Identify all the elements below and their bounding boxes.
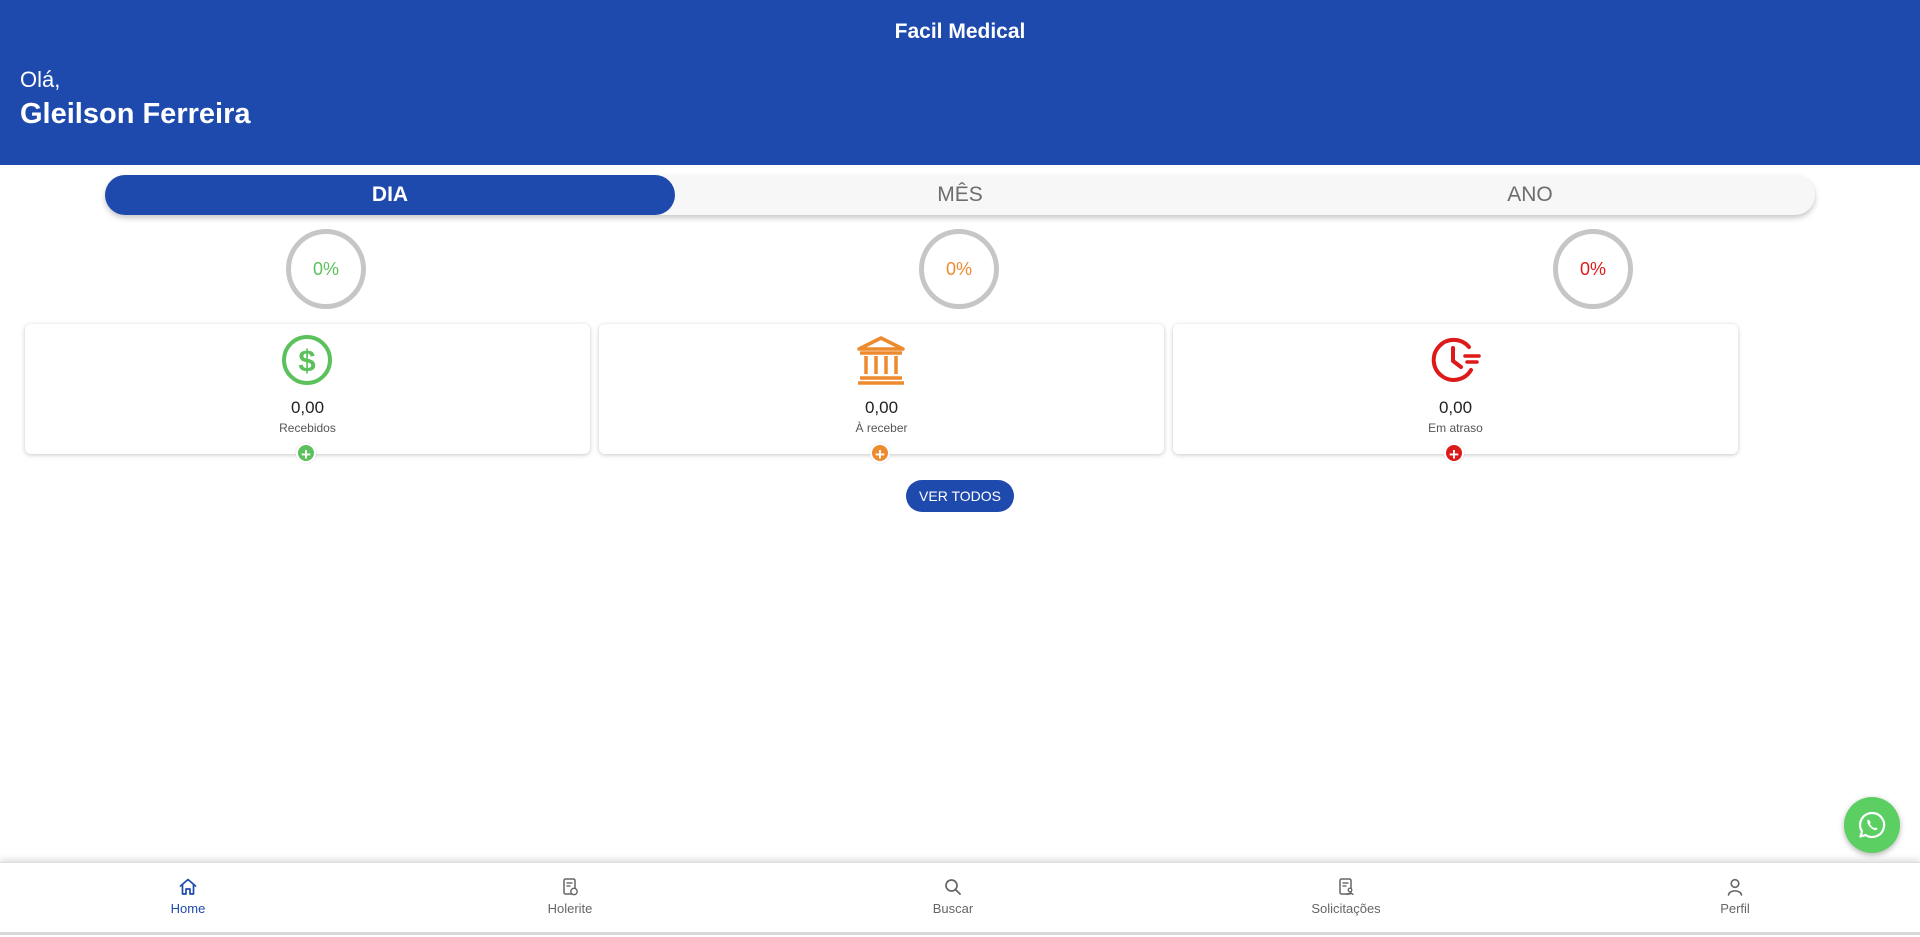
nav-label-holerite: Holerite xyxy=(547,901,593,916)
add-a-receber-button[interactable]: + xyxy=(870,443,890,464)
card-value-a-receber: 0,00 xyxy=(864,398,899,417)
card-label-recebidos: Recebidos xyxy=(279,421,336,435)
app-title: Facil Medical xyxy=(894,20,1026,43)
nav-label-perfil: Perfil xyxy=(1720,901,1750,916)
greeting: Olá, xyxy=(20,67,61,92)
bank-icon xyxy=(857,336,905,385)
payslip-icon xyxy=(563,878,578,896)
profile-icon xyxy=(1727,878,1743,896)
whatsapp-button[interactable] xyxy=(1844,797,1900,853)
header: Facil Medical Olá, Gleilson Ferreira xyxy=(0,0,1920,165)
card-value-em-atraso: 0,00 xyxy=(1438,398,1473,417)
bottom-divider xyxy=(0,932,1920,935)
percent-ring-em-atraso: 0% xyxy=(1553,229,1633,309)
bottom-nav: Home Holerite Buscar Solicitações Perfil xyxy=(0,862,1920,932)
add-recebidos-button[interactable]: + xyxy=(296,443,316,464)
nav-holerite[interactable]: Holerite xyxy=(500,877,640,916)
dollar-icon: $ xyxy=(282,335,332,385)
card-label-a-receber: À receber xyxy=(855,421,908,435)
search-icon xyxy=(945,879,961,895)
tab-dia[interactable]: DIA xyxy=(105,175,675,215)
user-name: Gleilson Ferreira xyxy=(20,98,251,130)
nav-label-home: Home xyxy=(170,901,206,916)
add-em-atraso-button[interactable]: + xyxy=(1444,443,1464,464)
percent-ring-a-receber: 0% xyxy=(919,229,999,309)
card-recebidos[interactable]: $ 0,00 Recebidos xyxy=(25,324,590,454)
nav-solicitacoes[interactable]: Solicitações xyxy=(1276,877,1416,916)
requests-icon xyxy=(1339,878,1354,896)
card-value-recebidos: 0,00 xyxy=(290,398,325,417)
overdue-clock-icon xyxy=(1431,337,1481,382)
nav-label-buscar: Buscar xyxy=(932,901,974,916)
nav-home[interactable]: Home xyxy=(118,877,258,916)
tab-ano[interactable]: ANO xyxy=(1245,175,1815,215)
card-label-em-atraso: Em atraso xyxy=(1428,421,1483,435)
card-em-atraso[interactable]: 0,00 Em atraso xyxy=(1173,324,1738,454)
period-tabs: DIA MÊS ANO xyxy=(105,175,1815,215)
nav-perfil[interactable]: Perfil xyxy=(1665,877,1805,916)
app-root: Facil Medical Olá, Gleilson Ferreira DIA… xyxy=(0,0,1920,937)
nav-label-solicitacoes: Solicitações xyxy=(1311,901,1381,916)
nav-buscar[interactable]: Buscar xyxy=(883,877,1023,916)
card-a-receber[interactable]: 0,00 À receber xyxy=(599,324,1164,454)
percent-ring-recebidos: 0% xyxy=(286,229,366,309)
whatsapp-icon xyxy=(1859,811,1886,839)
home-icon xyxy=(179,878,197,895)
tab-mes[interactable]: MÊS xyxy=(675,175,1245,215)
svg-text:$: $ xyxy=(298,343,315,378)
view-all-button[interactable]: VER TODOS xyxy=(906,480,1014,512)
